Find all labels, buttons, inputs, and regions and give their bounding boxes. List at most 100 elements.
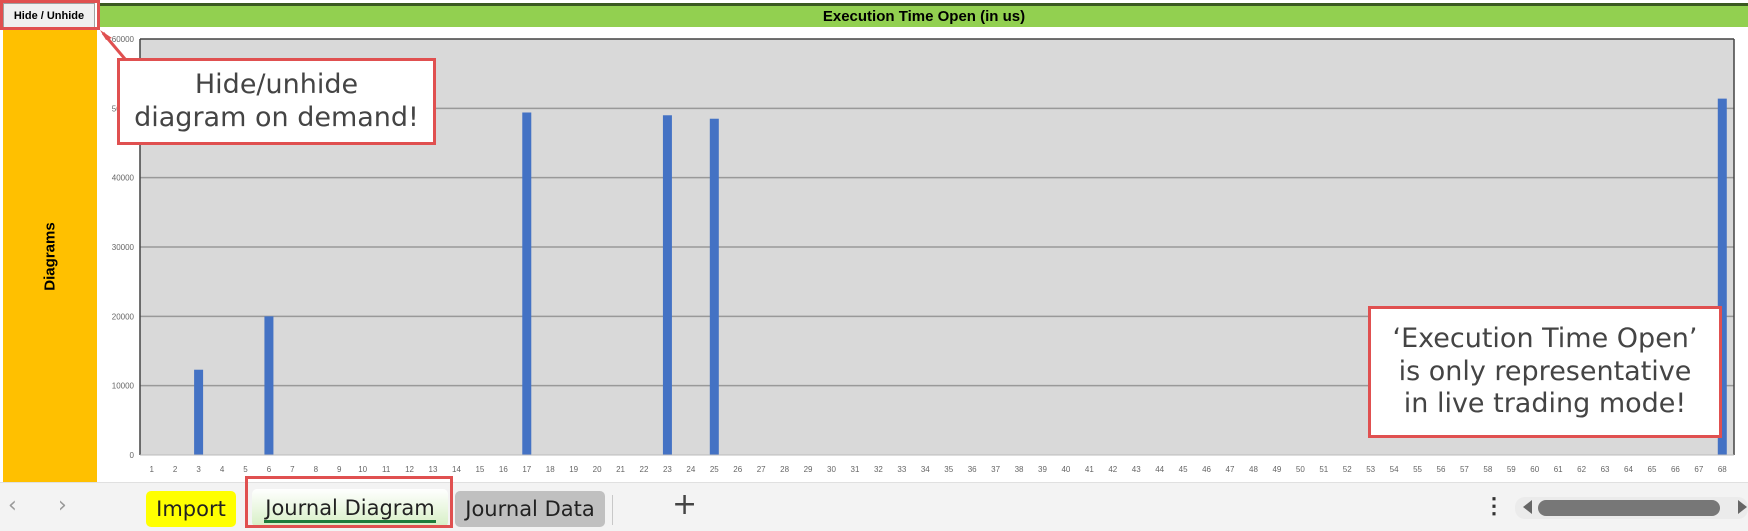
x-tick-label: 23 [663,465,672,474]
x-tick-label: 46 [1202,465,1211,474]
tab-label: Journal Diagram [265,496,435,520]
add-sheet-button[interactable]: + [672,487,697,522]
tab-label: Import [156,497,226,521]
x-tick-label: 36 [968,465,977,474]
x-tick-label: 18 [546,465,555,474]
x-tick-label: 21 [616,465,625,474]
x-tick-label: 31 [851,465,860,474]
scroll-left-icon[interactable] [1523,500,1532,514]
x-tick-label: 51 [1319,465,1328,474]
sheet-tab-bar: ‹ › Import Journal Diagram Journal Data … [0,482,1748,531]
bar [662,115,672,456]
callout-hide-unhide: Hide/unhide diagram on demand! [117,58,436,145]
bar [709,118,719,455]
x-tick-label: 42 [1108,465,1117,474]
x-tick-label: 61 [1554,465,1563,474]
x-tick-label: 25 [710,465,719,474]
x-tick-label: 7 [290,465,295,474]
chart-title: Execution Time Open (in us) [822,8,1026,25]
x-tick-label: 22 [640,465,649,474]
y-tick-label: 20000 [112,312,135,321]
x-tick-label: 45 [1179,465,1188,474]
tab-import[interactable]: Import [146,491,236,527]
x-tick-label: 9 [337,465,342,474]
callout-live-trading: ‘Execution Time Open’ is only representa… [1368,306,1722,438]
x-tick-label: 30 [827,465,836,474]
x-tick-label: 8 [314,465,319,474]
hide-unhide-button[interactable]: Hide / Unhide [3,3,95,28]
scroll-right-icon[interactable] [1738,500,1747,514]
active-tab-indicator [264,520,436,523]
x-tick-label: 59 [1507,465,1516,474]
x-tick-label: 26 [733,465,742,474]
x-tick-label: 5 [243,465,248,474]
bar [522,112,532,455]
tab-journal-diagram[interactable]: Journal Diagram [252,489,448,527]
x-tick-label: 39 [1038,465,1047,474]
x-tick-label: 57 [1460,465,1469,474]
x-tick-label: 62 [1577,465,1586,474]
callout-line: diagram on demand! [134,101,419,133]
x-tick-label: 63 [1601,465,1610,474]
y-tick-label: 30000 [112,243,135,252]
tab-label: Journal Data [465,497,595,521]
x-tick-label: 37 [991,465,1000,474]
callout-line: in live trading mode! [1403,388,1687,420]
x-tick-label: 15 [475,465,484,474]
callout-line: Hide/unhide [194,69,359,101]
x-tick-label: 29 [804,465,813,474]
callout-line: is only representative [1398,355,1692,387]
tab-separator [612,495,613,525]
x-tick-label: 68 [1718,465,1727,474]
x-tick-label: 19 [569,465,578,474]
x-tick-label: 16 [499,465,508,474]
bar [264,316,274,455]
x-tick-label: 60 [1530,465,1539,474]
x-tick-label: 55 [1413,465,1422,474]
x-tick-label: 44 [1155,465,1164,474]
y-tick-label: 40000 [112,174,135,183]
more-options-icon[interactable]: ⋮ [1483,493,1505,519]
diagrams-sidebar: Diagrams [3,30,97,482]
x-tick-label: 67 [1694,465,1703,474]
scrollbar-thumb[interactable] [1538,500,1720,516]
x-tick-label: 34 [921,465,930,474]
x-tick-label: 13 [429,465,438,474]
prev-sheet-icon[interactable]: ‹ [8,493,17,518]
x-tick-label: 28 [780,465,789,474]
x-tick-label: 24 [686,465,695,474]
x-tick-label: 35 [944,465,953,474]
x-tick-label: 65 [1648,465,1657,474]
tab-journal-data[interactable]: Journal Data [455,491,605,527]
x-tick-label: 2 [173,465,178,474]
x-tick-label: 50 [1296,465,1305,474]
x-tick-label: 4 [220,465,225,474]
x-tick-label: 12 [405,465,414,474]
x-tick-label: 20 [593,465,602,474]
x-tick-label: 49 [1272,465,1281,474]
x-tick-label: 10 [358,465,367,474]
x-tick-label: 33 [897,465,906,474]
x-tick-label: 38 [1015,465,1024,474]
next-sheet-icon[interactable]: › [58,493,67,518]
horizontal-scrollbar[interactable] [1515,497,1748,519]
bar [194,369,204,455]
x-tick-label: 53 [1366,465,1375,474]
x-tick-label: 32 [874,465,883,474]
x-tick-label: 14 [452,465,461,474]
y-tick-label: 10000 [112,382,135,391]
y-tick-label: 60000 [112,35,135,44]
x-tick-label: 43 [1132,465,1141,474]
x-tick-label: 66 [1671,465,1680,474]
diagrams-label: Diagrams [41,221,59,291]
x-tick-label: 58 [1483,465,1492,474]
tab-separator [450,495,451,525]
x-tick-label: 47 [1226,465,1235,474]
x-tick-label: 41 [1085,465,1094,474]
x-tick-label: 48 [1249,465,1258,474]
x-tick-label: 27 [757,465,766,474]
x-tick-label: 6 [267,465,272,474]
x-tick-label: 54 [1390,465,1399,474]
callout-line: ‘Execution Time Open’ [1392,323,1698,355]
x-tick-label: 40 [1061,465,1070,474]
